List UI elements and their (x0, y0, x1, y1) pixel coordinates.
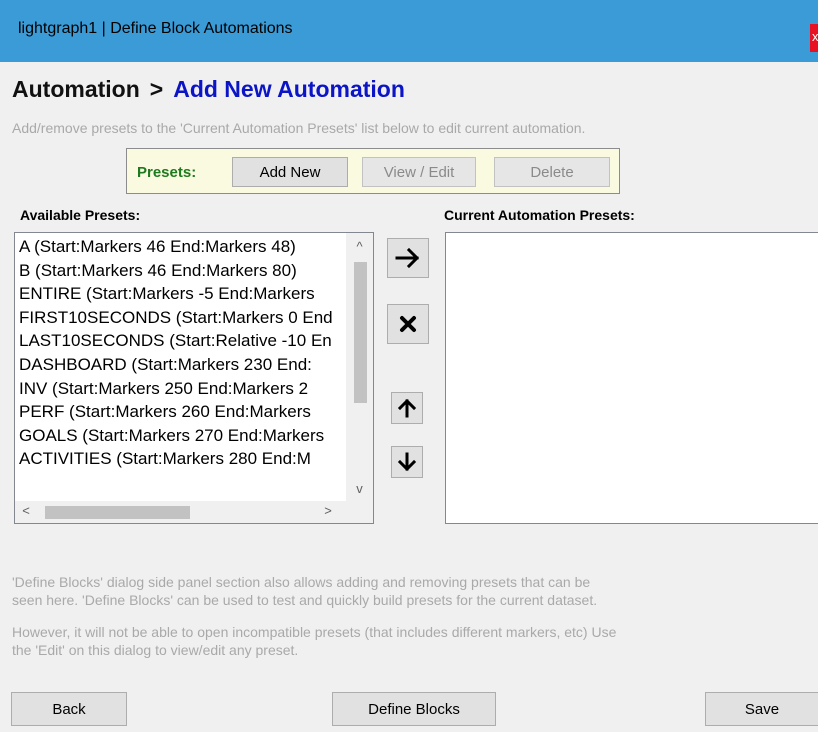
remove-from-automation-button[interactable] (387, 304, 429, 344)
scroll-up-icon[interactable]: ^ (346, 239, 373, 254)
note-line: the 'Edit' on this dialog to view/edit a… (12, 642, 299, 658)
breadcrumb-current: Add New Automation (173, 76, 405, 102)
save-button[interactable]: Save (705, 692, 818, 726)
note-line: 'Define Blocks' dialog side panel sectio… (12, 574, 591, 590)
scroll-down-icon[interactable]: v (346, 481, 373, 496)
define-blocks-button[interactable]: Define Blocks (332, 692, 496, 726)
define-blocks-note: 'Define Blocks' dialog side panel sectio… (12, 573, 812, 609)
arrow-up-icon (398, 398, 416, 418)
list-item[interactable]: A (Start:Markers 46 End:Markers 48) (19, 235, 344, 259)
horizontal-scrollbar[interactable]: < > (15, 501, 346, 523)
list-item[interactable]: FIRST10SECONDS (Start:Markers 0 End (19, 306, 344, 330)
scrollbar-corner (346, 501, 373, 523)
page-subtitle: Add/remove presets to the 'Current Autom… (12, 120, 586, 136)
presets-toolbar: Presets: Add New View / Edit Delete (126, 148, 620, 194)
add-new-preset-button[interactable]: Add New (232, 157, 348, 187)
available-presets-label: Available Presets: (20, 207, 141, 223)
presets-label: Presets: (137, 164, 197, 181)
breadcrumb-separator: > (149, 76, 164, 102)
list-item[interactable]: ACTIVITIES (Start:Markers 280 End:M (19, 447, 344, 471)
available-presets-items: A (Start:Markers 46 End:Markers 48) B (St… (19, 235, 344, 471)
scrollbar-thumb[interactable] (354, 262, 367, 403)
close-button[interactable]: x (810, 24, 818, 52)
breadcrumb-parent: Automation (12, 76, 140, 102)
add-to-automation-button[interactable] (387, 238, 429, 278)
note-line: However, it will not be able to open inc… (12, 624, 617, 640)
list-item[interactable]: ENTIRE (Start:Markers -5 End:Markers (19, 282, 344, 306)
scroll-right-icon[interactable]: > (317, 503, 339, 518)
page-heading: Automation > Add New Automation (12, 76, 405, 103)
remove-x-icon (400, 316, 416, 332)
list-item[interactable]: GOALS (Start:Markers 270 End:Markers (19, 424, 344, 448)
horizontal-scrollbar-thumb[interactable] (45, 506, 190, 519)
arrow-right-icon (395, 247, 420, 269)
list-item[interactable]: PERF (Start:Markers 260 End:Markers (19, 400, 344, 424)
move-up-button[interactable] (391, 392, 423, 424)
list-item[interactable]: B (Start:Markers 46 End:Markers 80) (19, 259, 344, 283)
move-down-button[interactable] (391, 446, 423, 478)
current-presets-label: Current Automation Presets: (444, 207, 635, 223)
compatibility-note: However, it will not be able to open inc… (12, 623, 812, 659)
delete-preset-button[interactable]: Delete (494, 157, 610, 187)
view-edit-preset-button[interactable]: View / Edit (362, 157, 476, 187)
current-automation-presets-list[interactable] (445, 232, 818, 524)
vertical-scrollbar[interactable]: ^ v (346, 233, 373, 501)
scroll-left-icon[interactable]: < (15, 503, 37, 518)
window-title: lightgraph1 | Define Block Automations (18, 20, 293, 37)
note-line: seen here. 'Define Blocks' can be used t… (12, 592, 598, 608)
list-item[interactable]: INV (Start:Markers 250 End:Markers 2 (19, 377, 344, 401)
arrow-down-icon (398, 452, 416, 472)
available-presets-list[interactable]: A (Start:Markers 46 End:Markers 48) B (St… (14, 232, 374, 524)
title-bar: lightgraph1 | Define Block Automations x (0, 0, 818, 62)
list-item[interactable]: LAST10SECONDS (Start:Relative -10 En (19, 329, 344, 353)
list-item[interactable]: DASHBOARD (Start:Markers 230 End: (19, 353, 344, 377)
back-button[interactable]: Back (11, 692, 127, 726)
